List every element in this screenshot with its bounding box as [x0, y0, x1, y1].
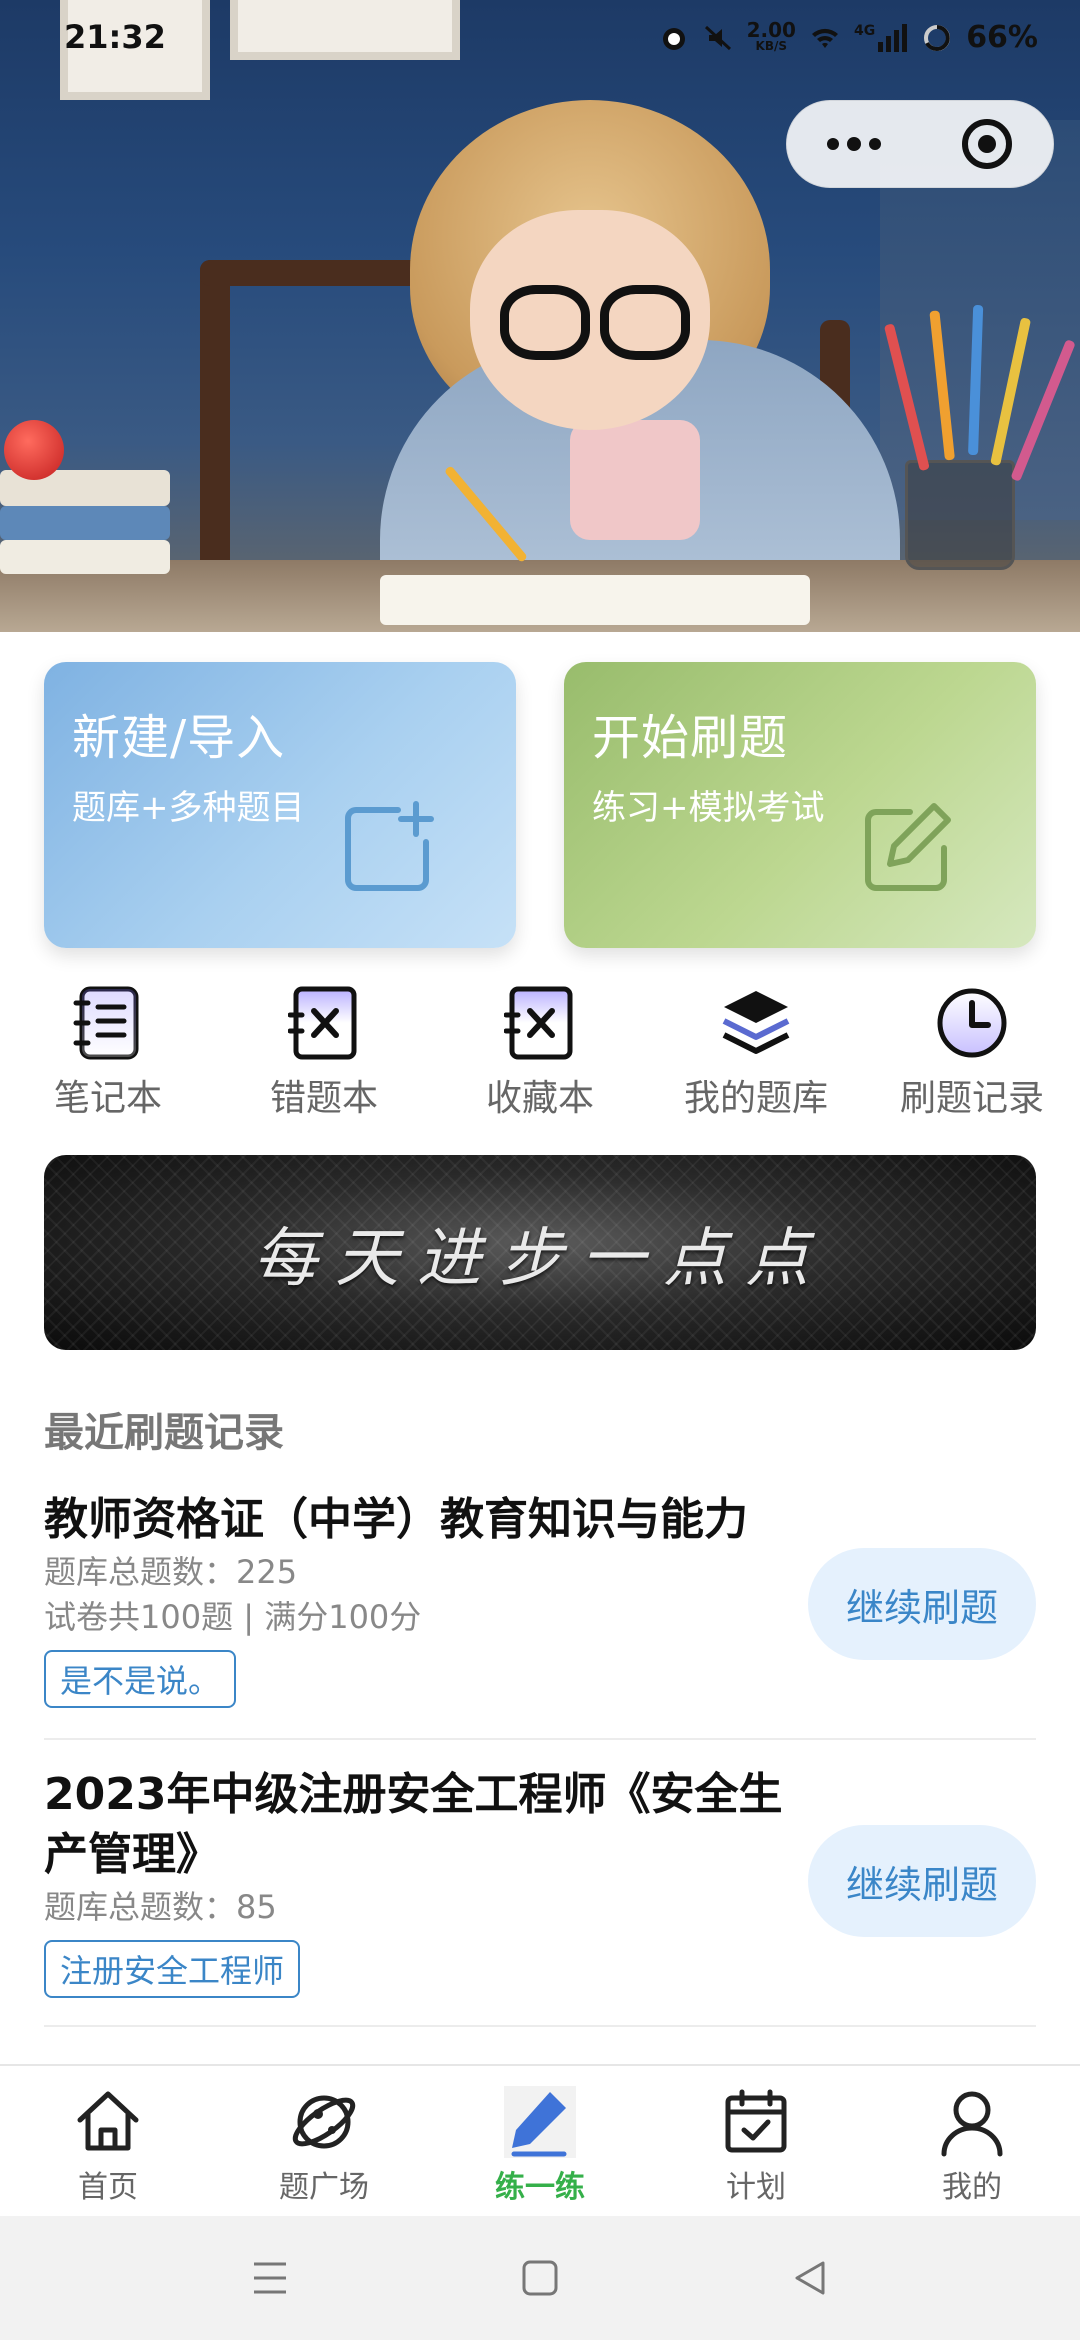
more-dots-icon[interactable] — [787, 100, 920, 188]
cellular: 4G — [853, 22, 908, 52]
recent-record-item[interactable]: 2023年中级注册安全工程师《安全生产管理》 题库总题数：85 注册安全工程师 … — [44, 1765, 1036, 2027]
system-navigation-bar — [0, 2216, 1080, 2340]
signal-icon — [878, 23, 908, 52]
book-stack — [0, 506, 170, 540]
quick-menu-history[interactable]: 刷题记录 — [864, 985, 1080, 1125]
back-triangle-icon — [795, 2261, 825, 2295]
quick-menu-label: 刷题记录 — [899, 1078, 1044, 1119]
edit-pencil-icon — [865, 803, 951, 891]
motto-banner[interactable]: 每天进步一点点 — [44, 1155, 1036, 1350]
menu-nav-button[interactable] — [245, 2253, 295, 2303]
tab-label: 练一练 — [495, 2170, 585, 2205]
recent-section-title: 最近刷题记录 — [44, 1410, 284, 1456]
target-close-icon[interactable] — [920, 100, 1053, 188]
miniprogram-capsule — [786, 100, 1054, 188]
record-tag: 注册安全工程师 — [44, 1940, 301, 1998]
net-speed-value: 2.00 — [746, 17, 796, 42]
clock-icon — [937, 988, 1007, 1058]
mute-icon — [704, 25, 731, 50]
tab-mine[interactable]: 我的 — [864, 2066, 1080, 2218]
apple — [4, 420, 64, 480]
create-card-title: 新建/导入 — [72, 710, 286, 766]
glasses-left — [500, 285, 590, 360]
status-time: 21:32 — [64, 18, 166, 56]
tab-label: 计划 — [726, 2170, 786, 2205]
quick-menu: 笔记本 错题本 收藏本 我的题库 刷题记录 — [0, 985, 1080, 1125]
wrong-book-icon — [288, 986, 357, 1060]
tab-home[interactable]: 首页 — [0, 2066, 216, 2218]
tab-label: 我的 — [942, 2170, 1002, 2205]
home-icon — [77, 2091, 139, 2151]
quick-menu-label: 错题本 — [269, 1078, 378, 1119]
record-title: 教师资格证（中学）教育知识与能力 — [44, 1494, 748, 1545]
continue-practice-button[interactable]: 继续刷题 — [808, 1825, 1036, 1937]
girl-collar — [570, 420, 700, 540]
quick-menu-label: 收藏本 — [485, 1078, 594, 1119]
square-icon — [522, 2260, 558, 2296]
record-title: 2023年中级注册安全工程师《安全生产管理》 — [44, 1769, 783, 1880]
quick-menu-notebook[interactable]: 笔记本 — [0, 985, 216, 1125]
layers-icon — [722, 991, 790, 1054]
home-nav-button[interactable] — [515, 2253, 565, 2303]
planet-icon — [292, 2095, 356, 2149]
notebook-icon — [73, 986, 139, 1060]
user-icon — [941, 2091, 1003, 2157]
chair-post — [200, 260, 230, 580]
network-type: 4G — [853, 22, 876, 39]
status-bar: 21:32 2.00 KB/S 4G 66% — [0, 0, 1080, 80]
tab-practice[interactable]: 练一练 — [432, 2066, 648, 2218]
glasses-right — [600, 285, 690, 360]
hero-banner-image — [0, 0, 1080, 632]
open-book — [380, 575, 810, 625]
continue-practice-button[interactable]: 继续刷题 — [808, 1548, 1036, 1660]
pencil-cup — [905, 460, 1015, 570]
favorite-book-icon — [504, 986, 573, 1060]
recent-record-item[interactable]: 教师资格证（中学）教育知识与能力 题库总题数：225 试卷共100题 | 满分1… — [44, 1490, 1036, 1740]
record-tag: 是不是说。 — [44, 1650, 237, 1708]
book-stack — [0, 540, 170, 574]
quick-menu-favorite-book[interactable]: 收藏本 — [432, 985, 648, 1125]
add-square-icon — [345, 801, 434, 891]
back-nav-button[interactable] — [785, 2253, 835, 2303]
create-import-card[interactable]: 新建/导入 题库+多种题目 — [44, 662, 516, 948]
tab-plan[interactable]: 计划 — [648, 2066, 864, 2218]
quick-menu-label: 笔记本 — [53, 1078, 162, 1119]
alarm-icon — [662, 27, 685, 50]
wifi-icon — [811, 28, 838, 48]
battery-percent: 66% — [966, 20, 1038, 55]
pen-icon — [504, 2086, 576, 2158]
menu-lines-icon — [254, 2262, 286, 2294]
banner-text: 每天进步一点点 — [253, 1221, 827, 1296]
net-speed: 2.00 KB/S — [746, 17, 796, 54]
bottom-tab-bar: 首页 题广场 练一练 计划 我的 — [0, 2064, 1080, 2216]
practice-card-title: 开始刷题 — [592, 710, 789, 766]
quick-menu-wrong-book[interactable]: 错题本 — [216, 985, 432, 1125]
battery-ring-icon — [924, 24, 951, 51]
tab-label: 题广场 — [279, 2170, 369, 2205]
calendar-check-icon — [725, 2089, 787, 2153]
tab-label: 首页 — [78, 2170, 138, 2205]
start-practice-card[interactable]: 开始刷题 练习+模拟考试 — [564, 662, 1036, 948]
status-icons: 2.00 KB/S 4G 66% — [659, 20, 1038, 55]
quick-menu-my-banks[interactable]: 我的题库 — [648, 985, 864, 1125]
quick-menu-label: 我的题库 — [683, 1078, 828, 1119]
tab-square[interactable]: 题广场 — [216, 2066, 432, 2218]
